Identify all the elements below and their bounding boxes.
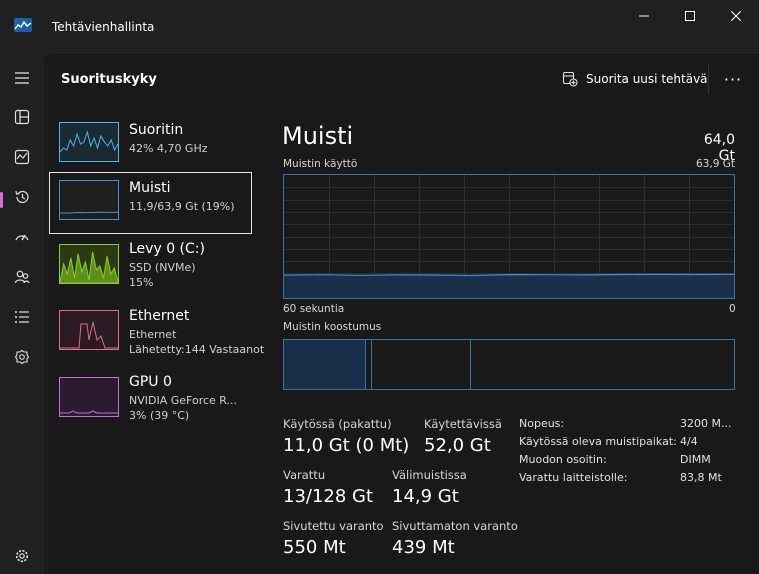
settings-icon xyxy=(15,549,29,563)
stat-paged-pool-label: Sivutettu varanto xyxy=(283,519,384,533)
run-new-task-button[interactable]: Suorita uusi tehtävä xyxy=(562,68,708,90)
maximize-icon xyxy=(685,11,695,21)
stat-cached-label: Välimuistissa xyxy=(392,468,467,482)
composition-label: Muistin koostumus xyxy=(283,321,382,333)
stat-cached-value: 14,9 Gt xyxy=(392,486,459,507)
task-manager-icon xyxy=(14,17,32,32)
app-history-icon xyxy=(15,190,29,204)
more-options-button[interactable]: ··· xyxy=(720,68,746,90)
perf-item-detail: 15% xyxy=(129,276,154,289)
stat-nonpaged-pool-label: Sivuttamaton varanto xyxy=(392,519,518,533)
performance-icon xyxy=(14,149,30,165)
perf-item-name: GPU 0 xyxy=(129,374,172,390)
perf-item-cpu[interactable]: Suoritin 42% 4,70 GHz xyxy=(49,114,252,176)
stat-committed-value: 13/128 Gt xyxy=(283,486,374,507)
perf-item-detail: Ethernet xyxy=(129,328,177,341)
main-panel: Suorituskyky Suorita uusi tehtävä ··· Su… xyxy=(44,54,759,574)
prop-slots-value: 4/4 xyxy=(680,435,698,448)
run-new-task-label: Suorita uusi tehtävä xyxy=(586,72,708,86)
minimize-button[interactable] xyxy=(621,0,667,32)
window-title: Tehtävienhallinta xyxy=(52,20,155,34)
perf-item-name: Ethernet xyxy=(129,308,190,324)
hamburger-menu-icon xyxy=(15,72,29,84)
users-icon xyxy=(14,270,30,284)
nav-active-indicator xyxy=(0,192,3,208)
cpu-thumbnail-graph xyxy=(59,122,119,162)
memory-composition-bar xyxy=(283,339,735,390)
memory-usage-chart xyxy=(284,175,734,298)
ethernet-thumbnail-graph xyxy=(59,310,119,350)
perf-item-detail: NVIDIA GeForce R... xyxy=(129,394,238,407)
composition-in-use xyxy=(284,340,365,389)
more-options-icon: ··· xyxy=(723,69,743,89)
nav-settings[interactable] xyxy=(6,540,38,572)
graph-time-end: 0 xyxy=(729,303,736,315)
perf-item-detail: 42% 4,70 GHz xyxy=(129,142,208,155)
usage-graph-label: Muistin käyttö xyxy=(283,158,358,170)
perf-item-detail: Lähetetty:144 Vastaanot xyxy=(129,343,265,356)
prop-speed-value: 3200 M... xyxy=(680,417,732,430)
perf-item-name: Suoritin xyxy=(129,122,184,138)
nav-users[interactable] xyxy=(6,261,38,293)
perf-item-detail: 11,9/63,9 Gt (19%) xyxy=(129,200,235,213)
perf-item-ethernet[interactable]: Ethernet Ethernet Lähetetty:144 Vastaano… xyxy=(49,302,264,364)
minimize-icon xyxy=(639,15,649,17)
page-title: Suorituskyky xyxy=(61,72,157,87)
stat-available-label: Käytettävissä xyxy=(424,417,502,431)
close-icon xyxy=(731,11,741,21)
prop-form-factor-label: Muodon osoitin: xyxy=(519,453,607,466)
memory-thumbnail-graph xyxy=(59,180,119,220)
processes-icon xyxy=(14,109,30,125)
perf-item-disk[interactable]: Levy 0 (C:) SSD (NVMe) 15% xyxy=(49,236,252,298)
graph-time-label: 60 sekuntia xyxy=(283,303,345,315)
prop-speed-label: Nopeus: xyxy=(519,417,565,430)
usage-graph-max: 63,9 Gt xyxy=(696,158,735,170)
prop-hw-reserved-label: Varattu laitteistolle: xyxy=(519,471,628,484)
nav-startup-apps[interactable] xyxy=(6,221,38,253)
nav-details[interactable] xyxy=(6,301,38,333)
nav-services[interactable] xyxy=(6,341,38,373)
perf-item-gpu[interactable]: GPU 0 NVIDIA GeForce R... 3% (39 °C) xyxy=(49,368,252,430)
stat-committed-label: Varattu xyxy=(283,468,326,482)
prop-hw-reserved-value: 83,8 Mt xyxy=(680,471,722,484)
page-header: Suorituskyky Suorita uusi tehtävä ··· xyxy=(44,54,759,104)
disk-thumbnail-graph xyxy=(59,244,119,284)
header-separator xyxy=(708,64,709,94)
stat-paged-pool-value: 550 Mt xyxy=(283,537,346,558)
nav-processes[interactable] xyxy=(6,101,38,133)
composition-modified xyxy=(365,340,372,389)
nav-app-history[interactable] xyxy=(6,181,38,213)
perf-item-name: Muisti xyxy=(129,180,171,196)
composition-standby xyxy=(372,340,471,389)
run-task-icon xyxy=(562,71,578,87)
prop-form-factor-value: DIMM xyxy=(680,453,711,466)
nav-performance[interactable] xyxy=(6,141,38,173)
hamburger-menu-button[interactable] xyxy=(6,62,38,94)
gpu-thumbnail-graph xyxy=(59,377,119,417)
detail-title: Muisti xyxy=(282,122,354,150)
perf-item-name: Levy 0 (C:) xyxy=(129,241,205,257)
memory-usage-graph xyxy=(283,174,735,299)
title-bar: Tehtävienhallinta xyxy=(0,0,759,44)
perf-item-memory[interactable]: Muisti 11,9/63,9 Gt (19%) xyxy=(49,172,252,234)
perf-item-detail: SSD (NVMe) xyxy=(129,261,196,274)
stat-in-use-value: 11,0 Gt (0 Mt) xyxy=(283,435,410,456)
prop-slots-label: Käytössä oleva muistipaikat: xyxy=(519,435,677,448)
stat-nonpaged-pool-value: 439 Mt xyxy=(392,537,455,558)
composition-free xyxy=(471,340,734,389)
stat-available-value: 52,0 Gt xyxy=(424,435,491,456)
details-icon xyxy=(15,311,29,323)
maximize-button[interactable] xyxy=(667,0,713,32)
startup-apps-icon xyxy=(15,234,29,241)
stat-in-use-label: Käytössä (pakattu) xyxy=(283,417,392,431)
close-button[interactable] xyxy=(713,0,759,32)
services-icon xyxy=(14,349,30,365)
nav-rail xyxy=(0,44,44,574)
perf-item-detail: 3% (39 °C) xyxy=(129,409,190,422)
